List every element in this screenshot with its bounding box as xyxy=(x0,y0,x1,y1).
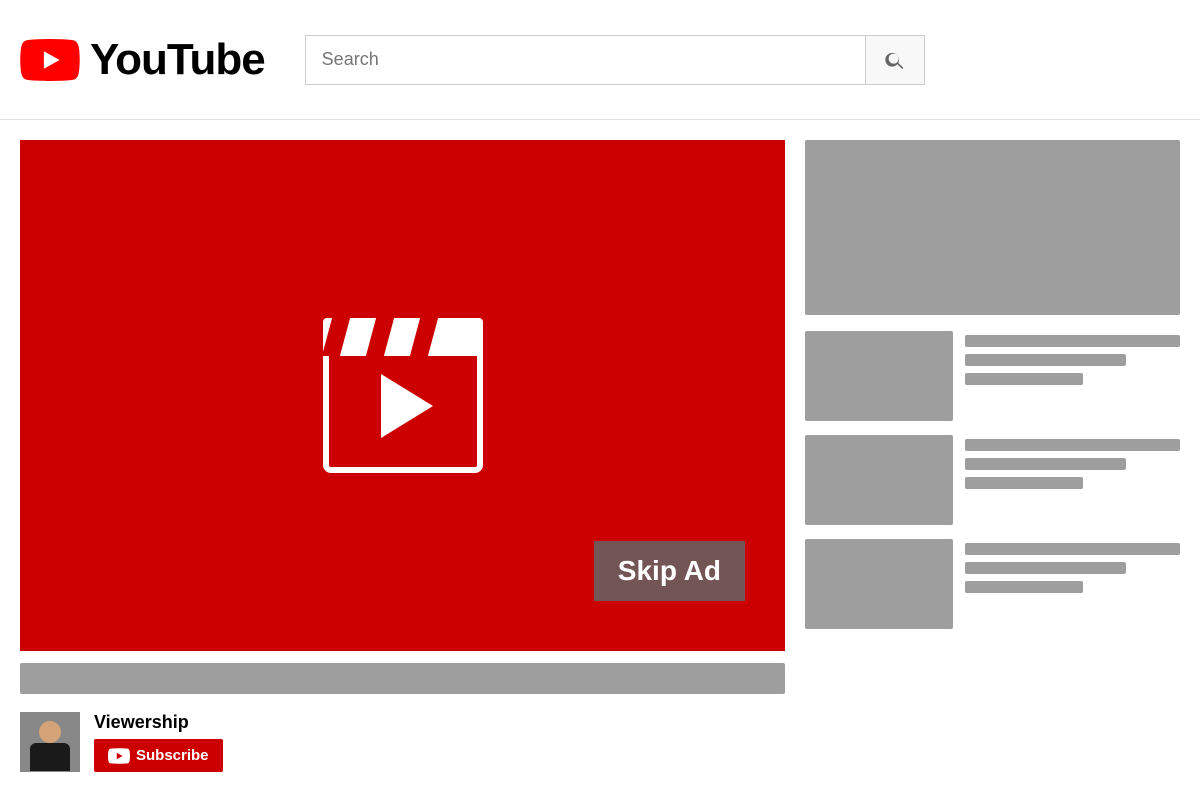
search-icon xyxy=(884,49,906,71)
youtube-wordmark: YouTube xyxy=(90,35,265,85)
video-player[interactable]: Skip Ad xyxy=(20,140,785,651)
right-column xyxy=(805,140,1180,778)
channel-avatar xyxy=(20,712,80,772)
suggested-info xyxy=(965,435,1180,489)
youtube-logo-icon xyxy=(20,39,80,81)
channel-details: Viewership Subscribe xyxy=(94,712,223,772)
suggested-thumbnail xyxy=(805,435,953,525)
suggested-title-line-2 xyxy=(965,354,1126,366)
video-play-icon xyxy=(323,318,483,473)
suggested-title-line-1 xyxy=(965,439,1180,451)
avatar-head xyxy=(39,721,61,743)
channel-info: Viewership Subscribe xyxy=(20,706,785,778)
logo-container: YouTube xyxy=(20,35,265,85)
play-triangle-icon xyxy=(381,374,433,438)
suggested-info xyxy=(965,331,1180,385)
subscribe-label: Subscribe xyxy=(136,747,209,764)
clapper-top xyxy=(323,318,483,356)
skip-ad-button[interactable]: Skip Ad xyxy=(594,541,745,601)
suggested-title-line-1 xyxy=(965,335,1180,347)
search-input[interactable] xyxy=(305,35,865,85)
header: YouTube xyxy=(0,0,1200,120)
top-ad-banner xyxy=(805,140,1180,315)
suggested-title-line-1 xyxy=(965,543,1180,555)
left-column: Skip Ad Viewership Subscri xyxy=(20,140,785,778)
search-container xyxy=(305,35,925,85)
suggested-thumbnail xyxy=(805,331,953,421)
subscribe-button[interactable]: Subscribe xyxy=(94,739,223,772)
suggested-item[interactable] xyxy=(805,435,1180,525)
subscribe-yt-icon xyxy=(108,748,130,764)
suggested-title-line-2 xyxy=(965,458,1126,470)
suggested-title-line-2 xyxy=(965,562,1126,574)
avatar-person xyxy=(25,717,75,772)
suggested-item[interactable] xyxy=(805,331,1180,421)
suggested-thumbnail xyxy=(805,539,953,629)
search-button[interactable] xyxy=(865,35,925,85)
suggested-meta-line xyxy=(965,373,1083,385)
suggested-item[interactable] xyxy=(805,539,1180,629)
channel-name: Viewership xyxy=(94,712,223,733)
suggested-videos-list xyxy=(805,331,1180,629)
suggested-info xyxy=(965,539,1180,593)
suggested-meta-line xyxy=(965,477,1083,489)
main-content: Skip Ad Viewership Subscri xyxy=(0,120,1200,798)
video-progress-bar[interactable] xyxy=(20,663,785,694)
suggested-meta-line xyxy=(965,581,1083,593)
avatar-body xyxy=(30,743,70,771)
